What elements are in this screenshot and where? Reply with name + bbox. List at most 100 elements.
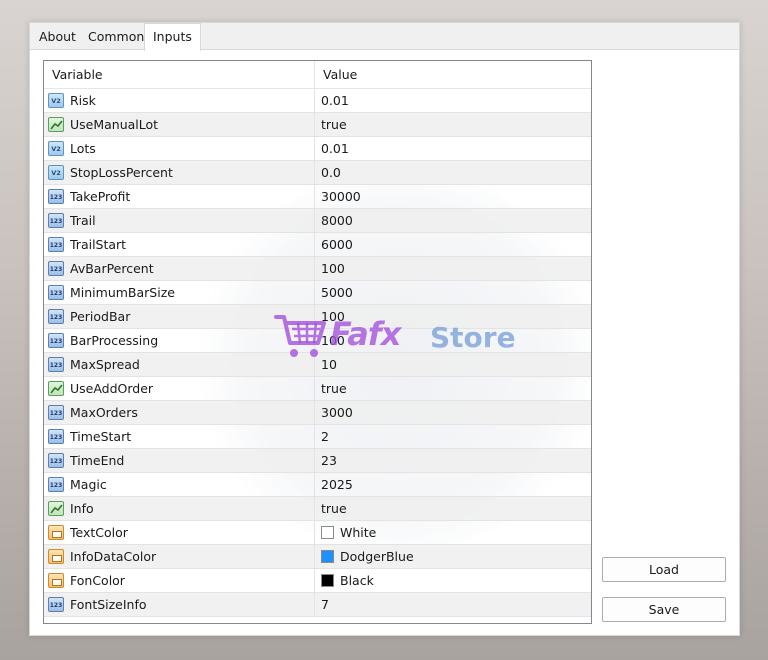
color-type-icon bbox=[48, 549, 64, 564]
variable-name: TimeStart bbox=[70, 429, 132, 444]
table-row[interactable]: 123 MinimumBarSize 5000 bbox=[44, 281, 591, 305]
value-cell[interactable]: 10 bbox=[315, 353, 591, 376]
value-text: 8000 bbox=[321, 213, 353, 228]
table-row[interactable]: UseAddOrder true bbox=[44, 377, 591, 401]
value-cell[interactable]: White bbox=[315, 521, 591, 544]
table-row[interactable]: 123 TrailStart 6000 bbox=[44, 233, 591, 257]
variable-name: TimeEnd bbox=[70, 453, 125, 468]
value-cell[interactable]: 6000 bbox=[315, 233, 591, 256]
variable-cell: UseManualLot bbox=[44, 113, 315, 136]
column-header-value[interactable]: Value bbox=[315, 61, 591, 89]
variable-cell: 123 MinimumBarSize bbox=[44, 281, 315, 304]
integer-type-icon: 123 bbox=[48, 405, 64, 420]
variable-cell: 123 PeriodBar bbox=[44, 305, 315, 328]
variable-name: Risk bbox=[70, 93, 96, 108]
table-row[interactable]: V2 StopLossPercent 0.0 bbox=[44, 161, 591, 185]
tab-inputs[interactable]: Inputs bbox=[144, 23, 201, 51]
variable-name: StopLossPercent bbox=[70, 165, 173, 180]
variable-cell: 123 AvBarPercent bbox=[44, 257, 315, 280]
tab-about[interactable]: About bbox=[31, 26, 84, 50]
table-row[interactable]: InfoDataColor DodgerBlue bbox=[44, 545, 591, 569]
value-text: 6000 bbox=[321, 237, 353, 252]
value-text: 7 bbox=[321, 597, 329, 612]
variable-name: TakeProfit bbox=[70, 189, 131, 204]
value-cell[interactable]: 3000 bbox=[315, 401, 591, 424]
table-row[interactable]: V2 Risk 0.01 bbox=[44, 89, 591, 113]
integer-type-icon: 123 bbox=[48, 477, 64, 492]
table-row[interactable]: 123 TimeEnd 23 bbox=[44, 449, 591, 473]
variable-cell: V2 Lots bbox=[44, 137, 315, 160]
value-cell[interactable]: 8000 bbox=[315, 209, 591, 232]
value-cell[interactable]: 23 bbox=[315, 449, 591, 472]
variable-cell: InfoDataColor bbox=[44, 545, 315, 568]
table-row[interactable]: TextColor White bbox=[44, 521, 591, 545]
value-cell[interactable]: 2 bbox=[315, 425, 591, 448]
variable-name: BarProcessing bbox=[70, 333, 159, 348]
value-text: true bbox=[321, 501, 347, 516]
save-button[interactable]: Save bbox=[602, 597, 726, 622]
value-cell[interactable]: 100 bbox=[315, 305, 591, 328]
variable-cell: UseAddOrder bbox=[44, 377, 315, 400]
variable-name: TrailStart bbox=[70, 237, 127, 252]
variable-name: PeriodBar bbox=[70, 309, 131, 324]
table-row[interactable]: Info true bbox=[44, 497, 591, 521]
table-row[interactable]: 123 TakeProfit 30000 bbox=[44, 185, 591, 209]
value-text: Black bbox=[340, 573, 374, 588]
table-row[interactable]: 123 FontSizeInfo 7 bbox=[44, 593, 591, 617]
table-row[interactable]: 123 Trail 8000 bbox=[44, 209, 591, 233]
value-text: 10 bbox=[321, 357, 337, 372]
variable-cell: TextColor bbox=[44, 521, 315, 544]
variable-cell: 123 Trail bbox=[44, 209, 315, 232]
value-cell[interactable]: DodgerBlue bbox=[315, 545, 591, 568]
variable-name: InfoDataColor bbox=[70, 549, 157, 564]
integer-type-icon: 123 bbox=[48, 237, 64, 252]
value-text: 100 bbox=[321, 261, 345, 276]
value-cell[interactable]: 2025 bbox=[315, 473, 591, 496]
table-row[interactable]: 123 BarProcessing 100 bbox=[44, 329, 591, 353]
value-cell[interactable]: 30000 bbox=[315, 185, 591, 208]
value-cell[interactable]: 0.01 bbox=[315, 137, 591, 160]
variable-name: Trail bbox=[70, 213, 96, 228]
value-cell[interactable]: true bbox=[315, 113, 591, 136]
value-text: 2025 bbox=[321, 477, 353, 492]
value-cell[interactable]: true bbox=[315, 497, 591, 520]
table-row[interactable]: 123 Magic 2025 bbox=[44, 473, 591, 497]
integer-type-icon: 123 bbox=[48, 309, 64, 324]
variable-name: UseAddOrder bbox=[70, 381, 154, 396]
value-text: 2 bbox=[321, 429, 329, 444]
value-cell[interactable]: Black bbox=[315, 569, 591, 592]
double-type-icon: V2 bbox=[48, 93, 64, 108]
table-row[interactable]: 123 PeriodBar 100 bbox=[44, 305, 591, 329]
table-row[interactable]: UseManualLot true bbox=[44, 113, 591, 137]
color-swatch bbox=[321, 526, 334, 539]
integer-type-icon: 123 bbox=[48, 597, 64, 612]
column-header-variable[interactable]: Variable bbox=[44, 61, 315, 89]
value-cell[interactable]: true bbox=[315, 377, 591, 400]
integer-type-icon: 123 bbox=[48, 357, 64, 372]
variable-name: Lots bbox=[70, 141, 96, 156]
table-row[interactable]: V2 Lots 0.01 bbox=[44, 137, 591, 161]
integer-type-icon: 123 bbox=[48, 333, 64, 348]
variable-name: TextColor bbox=[70, 525, 128, 540]
value-text: 0.01 bbox=[321, 141, 349, 156]
table-row[interactable]: 123 MaxOrders 3000 bbox=[44, 401, 591, 425]
value-cell[interactable]: 0.0 bbox=[315, 161, 591, 184]
tab-common[interactable]: Common bbox=[80, 26, 152, 50]
value-cell[interactable]: 100 bbox=[315, 329, 591, 352]
value-text: true bbox=[321, 117, 347, 132]
table-row[interactable]: FonColor Black bbox=[44, 569, 591, 593]
table-row[interactable]: 123 MaxSpread 10 bbox=[44, 353, 591, 377]
table-row[interactable]: 123 AvBarPercent 100 bbox=[44, 257, 591, 281]
value-cell[interactable]: 7 bbox=[315, 593, 591, 616]
grid-rows: V2 Risk 0.01 UseManualLot true V2 Lots 0.01 V2 St… bbox=[44, 89, 591, 617]
value-cell[interactable]: 0.01 bbox=[315, 89, 591, 112]
table-row[interactable]: 123 TimeStart 2 bbox=[44, 425, 591, 449]
load-button[interactable]: Load bbox=[602, 557, 726, 582]
value-cell[interactable]: 100 bbox=[315, 257, 591, 280]
value-text: 30000 bbox=[321, 189, 361, 204]
value-cell[interactable]: 5000 bbox=[315, 281, 591, 304]
bool-type-icon bbox=[48, 501, 64, 516]
integer-type-icon: 123 bbox=[48, 285, 64, 300]
color-type-icon bbox=[48, 525, 64, 540]
variable-cell: 123 MaxSpread bbox=[44, 353, 315, 376]
